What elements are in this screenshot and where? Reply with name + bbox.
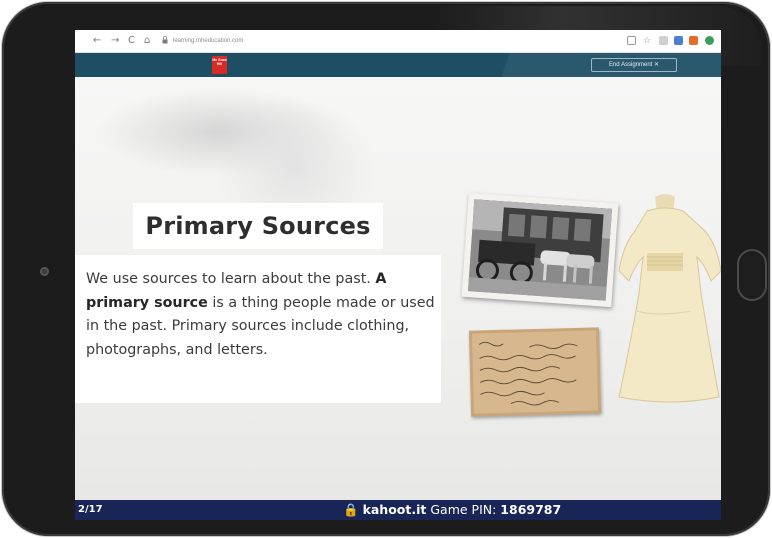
lock-icon (162, 36, 168, 44)
game-pin: 1869787 (500, 502, 562, 517)
vintage-dress-image (607, 191, 721, 427)
browser-toolbar: ← → C ⌂ learning.mheducation.com ☆ (75, 30, 721, 53)
wagon-scene-icon (467, 199, 613, 301)
game-pin-label: Game PIN: (426, 502, 501, 517)
slide-title: Primary Sources (145, 212, 371, 240)
page-counter: 2/17 (78, 504, 103, 515)
mcgraw-hill-logo: Mc Graw Hill (212, 56, 227, 74)
extension-icon[interactable] (659, 36, 668, 45)
kahoot-game-info: 🔒 kahoot.it Game PIN: 1869787 (343, 501, 561, 519)
kahoot-site: kahoot.it (362, 502, 427, 517)
old-photograph-image (461, 192, 619, 308)
header-sheen (455, 53, 721, 77)
body-intro: We use sources to learn about the past. (86, 271, 376, 287)
address-bar[interactable]: learning.mheducation.com (173, 35, 243, 47)
forward-icon[interactable]: → (111, 34, 119, 48)
kahoot-bar: 2/17 🔒 kahoot.it Game PIN: 1869787 (75, 500, 721, 520)
screen: ← → C ⌂ learning.mheducation.com ☆ Mc Gr… (75, 30, 721, 520)
app-header: Mc Graw Hill End Assignment ✕ (75, 53, 721, 77)
camera-icon (40, 267, 49, 276)
tablet-frame: ← → C ⌂ learning.mheducation.com ☆ Mc Gr… (2, 2, 770, 536)
handwriting-icon (471, 330, 599, 414)
back-icon[interactable]: ← (93, 34, 101, 48)
slide: Primary Sources We use sources to learn … (75, 77, 721, 500)
photograph-content (467, 199, 613, 301)
lock-icon: 🔒 (343, 502, 359, 517)
extension-icon[interactable] (705, 36, 714, 45)
reload-icon[interactable]: C (128, 34, 135, 48)
home-icon[interactable]: ⌂ (144, 34, 150, 48)
title-box: Primary Sources (133, 203, 383, 249)
slide-body: We use sources to learn about the past. … (86, 268, 438, 362)
body-box: We use sources to learn about the past. … (75, 255, 441, 403)
end-assignment-button[interactable]: End Assignment ✕ (591, 58, 677, 72)
home-button[interactable] (737, 249, 767, 301)
share-icon[interactable] (627, 36, 636, 45)
dress-icon (618, 194, 721, 403)
bookmark-star-icon[interactable]: ☆ (643, 36, 652, 45)
old-letter-image (468, 327, 602, 417)
extension-icon[interactable] (689, 36, 698, 45)
extension-icon[interactable] (674, 36, 683, 45)
